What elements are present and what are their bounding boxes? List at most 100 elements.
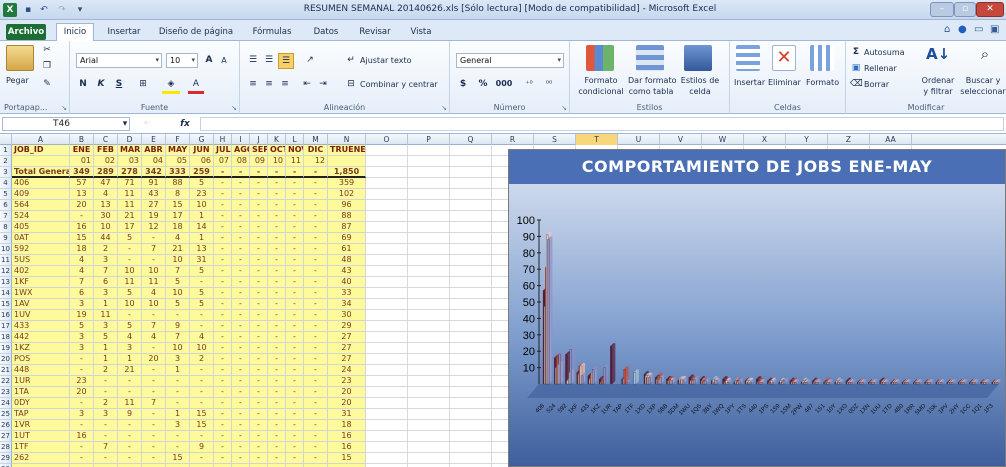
table-cell[interactable]: 69 bbox=[328, 233, 366, 244]
table-cell[interactable]: - bbox=[304, 310, 328, 321]
font-size-select[interactable]: 10 ▾ bbox=[166, 53, 198, 68]
table-cell[interactable]: - bbox=[286, 211, 304, 222]
tab-insertar[interactable]: Insertar bbox=[102, 24, 146, 40]
empty-cell[interactable] bbox=[450, 299, 492, 310]
table-cell[interactable]: - bbox=[214, 178, 232, 189]
empty-cell[interactable] bbox=[366, 277, 408, 288]
empty-cell[interactable] bbox=[408, 178, 450, 189]
table-cell[interactable]: 4 bbox=[142, 332, 166, 343]
table-cell[interactable]: 11 bbox=[94, 310, 118, 321]
minimize-ribbon-icon[interactable]: ⌂ bbox=[944, 24, 950, 35]
empty-cell[interactable] bbox=[366, 156, 408, 167]
table-cell[interactable]: - bbox=[268, 211, 286, 222]
table-cell[interactable]: Total General bbox=[12, 167, 70, 178]
empty-cell[interactable] bbox=[450, 255, 492, 266]
table-cell[interactable]: - bbox=[286, 200, 304, 211]
table-cell[interactable]: 27 bbox=[328, 332, 366, 343]
table-cell[interactable]: 1WX bbox=[12, 288, 70, 299]
table-cell[interactable]: - bbox=[250, 189, 268, 200]
table-cell[interactable]: 1KF bbox=[12, 277, 70, 288]
empty-cell[interactable] bbox=[366, 145, 408, 156]
table-cell[interactable]: - bbox=[214, 266, 232, 277]
table-cell[interactable]: 10 bbox=[268, 156, 286, 167]
excel-logo-icon[interactable]: X bbox=[3, 3, 17, 17]
table-cell[interactable]: - bbox=[304, 354, 328, 365]
table-cell[interactable]: 3 bbox=[166, 420, 190, 431]
tab-diseno-pagina[interactable]: Diseño de página bbox=[156, 24, 236, 40]
empty-cell[interactable] bbox=[450, 321, 492, 332]
table-cell[interactable]: - bbox=[232, 453, 250, 464]
table-cell[interactable]: 87 bbox=[328, 222, 366, 233]
table-cell[interactable]: - bbox=[286, 310, 304, 321]
font-color-icon[interactable]: A bbox=[188, 77, 204, 94]
column-header-e[interactable]: E bbox=[142, 134, 166, 145]
empty-cell[interactable] bbox=[366, 442, 408, 453]
table-cell[interactable]: - bbox=[142, 453, 166, 464]
table-cell[interactable]: 4 bbox=[118, 332, 142, 343]
table-cell[interactable]: 3 bbox=[94, 288, 118, 299]
table-cell[interactable]: - bbox=[286, 376, 304, 387]
table-cell[interactable]: - bbox=[286, 299, 304, 310]
table-cell[interactable]: 1 bbox=[166, 409, 190, 420]
table-cell[interactable]: 18 bbox=[328, 420, 366, 431]
table-cell[interactable]: 1,850 bbox=[328, 167, 366, 178]
empty-cell[interactable] bbox=[450, 288, 492, 299]
table-cell[interactable]: 20 bbox=[328, 387, 366, 398]
table-cell[interactable]: - bbox=[304, 266, 328, 277]
table-cell[interactable]: 2 bbox=[94, 365, 118, 376]
restore-window-icon[interactable]: ▭ bbox=[974, 24, 983, 35]
bold-button[interactable]: N bbox=[76, 77, 90, 91]
row-header[interactable]: 20 bbox=[0, 354, 12, 365]
table-cell[interactable]: 4 bbox=[166, 233, 190, 244]
table-cell[interactable]: - bbox=[142, 376, 166, 387]
empty-cell[interactable] bbox=[408, 200, 450, 211]
table-cell[interactable]: 2 bbox=[94, 244, 118, 255]
column-header-i[interactable]: I bbox=[232, 134, 250, 145]
empty-cell[interactable] bbox=[450, 398, 492, 409]
column-header-s[interactable]: S bbox=[534, 134, 576, 145]
row-header[interactable]: 27 bbox=[0, 431, 12, 442]
table-cell[interactable]: MAR bbox=[118, 145, 142, 156]
empty-cell[interactable] bbox=[366, 222, 408, 233]
table-cell[interactable]: - bbox=[286, 354, 304, 365]
table-cell[interactable]: - bbox=[214, 332, 232, 343]
table-cell[interactable]: 16 bbox=[70, 222, 94, 233]
table-cell[interactable]: 1VR bbox=[12, 420, 70, 431]
empty-cell[interactable] bbox=[408, 222, 450, 233]
column-header-p[interactable]: P bbox=[408, 134, 450, 145]
row-header[interactable]: 17 bbox=[0, 321, 12, 332]
table-cell[interactable]: - bbox=[214, 189, 232, 200]
chevron-down-icon[interactable]: ▾ bbox=[120, 117, 130, 131]
table-cell[interactable]: - bbox=[142, 442, 166, 453]
dialog-launcher-icon[interactable]: ↘ bbox=[231, 104, 237, 112]
table-cell[interactable]: - bbox=[190, 310, 214, 321]
table-cell[interactable]: - bbox=[232, 233, 250, 244]
table-cell[interactable]: - bbox=[232, 244, 250, 255]
table-cell[interactable]: - bbox=[166, 442, 190, 453]
close-workbook-icon[interactable]: ▣ bbox=[990, 24, 999, 35]
table-cell[interactable]: - bbox=[286, 244, 304, 255]
empty-cell[interactable] bbox=[450, 244, 492, 255]
empty-cell[interactable] bbox=[450, 442, 492, 453]
table-cell[interactable]: 1KZ bbox=[12, 343, 70, 354]
table-cell[interactable]: 448 bbox=[12, 365, 70, 376]
format-cells-icon[interactable] bbox=[810, 45, 834, 71]
table-cell[interactable]: - bbox=[214, 222, 232, 233]
font-name-select[interactable]: Arial ▾ bbox=[76, 53, 162, 68]
table-cell[interactable]: 14 bbox=[190, 222, 214, 233]
column-header-b[interactable]: B bbox=[70, 134, 94, 145]
table-cell[interactable]: 3 bbox=[94, 409, 118, 420]
empty-cell[interactable] bbox=[450, 156, 492, 167]
table-cell[interactable]: - bbox=[232, 200, 250, 211]
table-cell[interactable]: 24 bbox=[328, 365, 366, 376]
table-cell[interactable]: 9 bbox=[190, 442, 214, 453]
table-cell[interactable]: - bbox=[70, 211, 94, 222]
column-header-f[interactable]: F bbox=[166, 134, 190, 145]
table-cell[interactable]: 7 bbox=[70, 277, 94, 288]
empty-cell[interactable] bbox=[366, 211, 408, 222]
table-cell[interactable]: - bbox=[286, 178, 304, 189]
table-cell[interactable]: 6 bbox=[70, 288, 94, 299]
table-cell[interactable]: - bbox=[268, 409, 286, 420]
table-cell[interactable]: 7 bbox=[142, 321, 166, 332]
table-cell[interactable]: - bbox=[232, 332, 250, 343]
